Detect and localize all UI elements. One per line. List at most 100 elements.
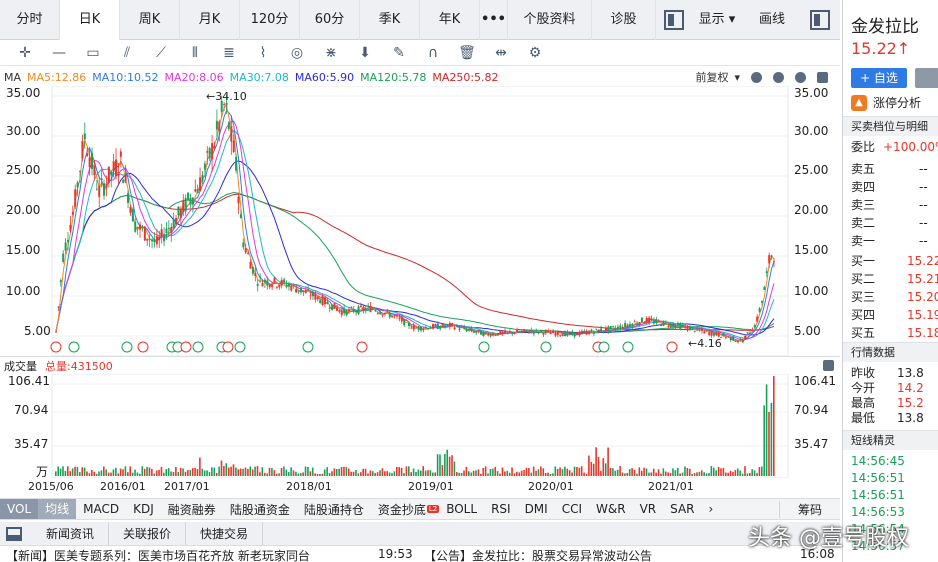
parallel-tool-icon[interactable]: ⦀	[178, 45, 212, 61]
orderbook-section-title[interactable]: 买卖档位与明细	[843, 116, 938, 136]
segment-tool-icon[interactable]: ⟋	[144, 45, 178, 61]
tab-macd[interactable]: MACD	[76, 502, 126, 516]
event-marker-icon[interactable]	[180, 341, 192, 353]
tab-dmi[interactable]: DMI	[518, 502, 555, 516]
panel-collapse-icon[interactable]	[6, 526, 22, 541]
play-icon[interactable]	[795, 71, 806, 83]
tab-ma[interactable]: 均线	[38, 499, 77, 519]
arrow-down-icon[interactable]: ⬇	[348, 45, 382, 61]
layout-toggle-icon[interactable]	[664, 9, 684, 30]
pen-icon[interactable]: ✎	[382, 45, 416, 61]
tab-bottom-fishing[interactable]: 资金抄底	[371, 501, 433, 518]
magnet-icon[interactable]: ∩	[416, 45, 450, 61]
draw-line-button[interactable]: 画线	[750, 0, 794, 40]
tab-month-k[interactable]: 月K	[180, 0, 240, 40]
tab-scroll-right[interactable]: ›	[702, 502, 721, 516]
news-item-link[interactable]: 【新闻】医美专题系列：医美市场百花齐放 新老玩家同台	[6, 547, 310, 562]
volume-bar	[417, 469, 420, 476]
chart-settings-icon[interactable]	[817, 71, 828, 83]
tab-vr[interactable]: VR	[633, 502, 664, 516]
volume-bar	[669, 472, 672, 476]
tab-news[interactable]: 新闻资讯	[32, 521, 110, 546]
tab-diagnosis[interactable]: 诊股	[592, 0, 656, 40]
tab-120min[interactable]: 120分	[240, 0, 300, 40]
display-dropdown[interactable]: 显示 ▾	[684, 0, 750, 40]
tab-wr[interactable]: W&R	[589, 502, 633, 516]
volume-settings-icon[interactable]	[823, 360, 834, 371]
cycle-tool-icon[interactable]: ◎	[280, 45, 314, 61]
volume-chart[interactable]: 106.41 70.94 35.47 万 106.41 70.94 35.47	[0, 374, 840, 478]
volume-bar	[79, 472, 81, 476]
tab-cci[interactable]: CCI	[555, 502, 589, 516]
line-tool-icon[interactable]: —	[42, 45, 76, 61]
fan-tool-icon[interactable]: ⫽	[110, 45, 144, 61]
tab-sar[interactable]: SAR	[663, 502, 701, 516]
volume-bar	[352, 471, 355, 476]
event-marker-icon[interactable]	[137, 341, 149, 353]
trash-icon[interactable]: 🗑	[450, 45, 484, 61]
event-marker-icon[interactable]	[666, 341, 678, 353]
volume-bar	[88, 473, 91, 476]
tab-quarter-k[interactable]: 季K	[360, 0, 420, 40]
add-watchlist-button[interactable]: + 自选	[851, 68, 907, 88]
more-tabs-button[interactable]: •••	[480, 0, 508, 40]
short-line-section-title[interactable]: 短线精灵	[843, 430, 938, 450]
event-marker-icon[interactable]	[121, 341, 133, 353]
limit-up-analysis-link[interactable]: ▲ 涨停分析	[851, 94, 921, 111]
tab-vol[interactable]: VOL	[0, 499, 39, 519]
more-actions-button[interactable]	[915, 68, 938, 88]
event-marker-icon[interactable]	[302, 341, 314, 353]
settings-icon[interactable]: ⚙	[518, 45, 552, 61]
event-marker-icon[interactable]	[50, 341, 62, 353]
tab-kdj[interactable]: KDJ	[126, 502, 161, 516]
event-marker-icon[interactable]	[478, 341, 490, 353]
tab-margin[interactable]: 融资融券	[161, 501, 223, 518]
zoom-in-icon[interactable]	[773, 71, 784, 83]
tab-northbound-fund[interactable]: 陆股通资金	[223, 501, 297, 518]
tab-related-quotes[interactable]: 关联报价	[109, 521, 187, 546]
zoom-out-icon[interactable]	[751, 71, 762, 83]
short-line-time: 14:56:51	[851, 471, 905, 485]
price-kline-chart[interactable]: ←34.10 ←4.16 35.00 30.00 25.00 20.00 15.…	[0, 86, 840, 356]
panel-toggle-icon[interactable]	[810, 9, 830, 30]
notice-item-link[interactable]: 【公告】金发拉比：股票交易异常波动公告	[424, 547, 652, 562]
event-marker-icon[interactable]	[68, 341, 80, 353]
event-marker-icon[interactable]	[540, 341, 552, 353]
volume-bar	[230, 466, 232, 476]
volume-bar	[516, 471, 518, 476]
volume-bar	[359, 472, 362, 476]
date-label: 2018/01	[286, 480, 332, 493]
wave-tool-icon[interactable]: ⌇	[246, 45, 280, 61]
volume-bar	[708, 473, 710, 476]
tab-boll[interactable]: BOLL	[439, 502, 484, 516]
event-marker-icon[interactable]	[622, 341, 634, 353]
price-axis-left-label: 5.00	[24, 324, 51, 338]
fib-tool-icon[interactable]: ≣	[212, 45, 246, 61]
event-marker-icon[interactable]	[192, 341, 204, 353]
volume-bar	[350, 471, 352, 476]
gann-tool-icon[interactable]: ⋇	[314, 45, 348, 61]
event-marker-icon[interactable]	[234, 341, 246, 353]
event-marker-icon[interactable]	[598, 341, 610, 353]
resize-icon[interactable]: ⇹	[484, 45, 518, 61]
quote-section-title[interactable]: 行情数据	[843, 342, 938, 362]
tab-northbound-holding[interactable]: 陆股通持仓	[297, 501, 371, 518]
event-marker-icon[interactable]	[356, 341, 368, 353]
chip-distribution-button[interactable]: 筹码	[778, 500, 840, 518]
adjust-mode-dropdown[interactable]: 前复权	[695, 69, 728, 85]
tab-week-k[interactable]: 周K	[120, 0, 180, 40]
tab-year-k[interactable]: 年K	[420, 0, 480, 40]
tab-fenshi[interactable]: 分时	[0, 0, 60, 40]
tab-quick-trade[interactable]: 快捷交易	[186, 521, 264, 546]
tab-rsi[interactable]: RSI	[484, 502, 518, 516]
event-marker-icon[interactable]	[222, 341, 234, 353]
volume-bar	[379, 470, 381, 476]
volume-bar	[388, 472, 391, 476]
crosshair-icon[interactable]: ✛	[8, 45, 42, 61]
tab-60min[interactable]: 60分	[300, 0, 360, 40]
tab-stock-profile[interactable]: 个股资料	[508, 0, 592, 40]
tab-day-k[interactable]: 日K	[60, 0, 120, 40]
quote-side-panel: 金发拉比 15.22↑ + 自选 ▲ 涨停分析 买卖档位与明细 委比 +100.00…	[842, 0, 938, 562]
rect-tool-icon[interactable]: ▭	[76, 45, 110, 61]
volume-bar	[93, 471, 96, 476]
